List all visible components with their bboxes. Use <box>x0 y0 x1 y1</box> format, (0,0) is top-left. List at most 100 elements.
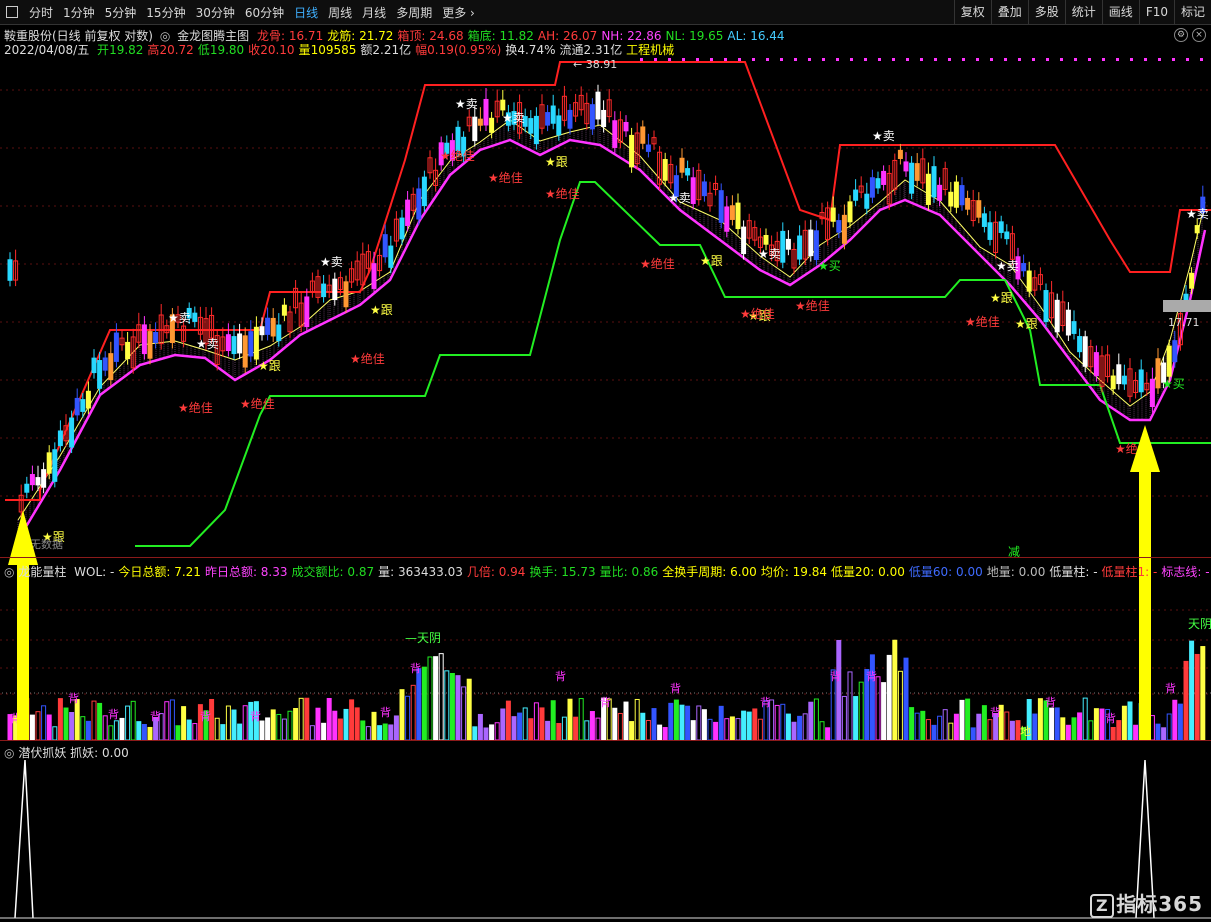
volume-bar <box>231 709 237 741</box>
candle-body <box>500 99 506 111</box>
vol-key-2: 昨日总额: <box>204 565 261 579</box>
sell-signal-6: ★卖 <box>758 247 781 261</box>
candle-body <box>830 207 836 222</box>
candle-body <box>841 214 847 244</box>
top-dot <box>892 58 895 61</box>
follow-signal-1: ★跟 <box>258 359 281 373</box>
volume-bar <box>948 722 954 741</box>
best-signal-5: ★绝佳 <box>545 186 580 201</box>
volume-bar <box>853 696 859 741</box>
price-high-label: ← 38.91 <box>573 58 617 71</box>
candle-body <box>57 430 63 447</box>
candle-body <box>416 188 422 220</box>
top-dot <box>1032 58 1035 61</box>
candle-body <box>1082 336 1088 367</box>
vol-toggle-icon[interactable]: ◎ <box>4 565 14 579</box>
volume-bar <box>304 697 310 741</box>
candle-body <box>601 109 607 128</box>
volume-bar <box>80 716 86 741</box>
candle-body <box>1004 231 1010 240</box>
volume-bar <box>220 724 226 741</box>
candle-body <box>80 399 86 412</box>
volume-bar <box>52 726 58 741</box>
candle-body <box>259 326 265 336</box>
volume-indicator-name[interactable]: 龙能量柱 <box>18 565 66 579</box>
volume-bar <box>819 721 825 741</box>
volume-bar <box>808 701 814 741</box>
sell-signal-9: ★卖 <box>1186 207 1209 221</box>
volume-bar <box>1194 653 1200 741</box>
volume-bar <box>517 712 523 741</box>
pane-divider-1[interactable] <box>0 557 1211 558</box>
top-dot <box>1088 58 1091 61</box>
candle-body <box>875 178 881 189</box>
candle-body <box>808 229 814 257</box>
volume-bar <box>522 707 528 741</box>
volume-bar <box>959 699 965 741</box>
candle-body <box>102 357 108 371</box>
candle-body <box>388 245 394 268</box>
volume-bar <box>500 708 506 741</box>
candle-body <box>46 452 52 474</box>
volume-bar <box>757 718 763 741</box>
volume-bar <box>125 705 131 741</box>
candle-body <box>108 353 114 381</box>
volume-bar <box>1166 713 1172 741</box>
candle-body <box>965 197 971 210</box>
top-dot <box>1186 58 1189 61</box>
candle-body <box>897 149 903 159</box>
top-dot <box>1130 58 1133 61</box>
volume-bar <box>976 713 982 741</box>
volume-bar <box>673 699 679 741</box>
candle-body <box>836 220 842 233</box>
volume-bar <box>354 707 360 741</box>
support-line <box>135 181 1211 547</box>
top-dot <box>1018 58 1021 61</box>
volume-bar <box>561 716 567 741</box>
price-tag-box <box>1163 300 1211 312</box>
volume-bar <box>1177 703 1183 741</box>
candle-body <box>981 213 987 227</box>
volume-bar <box>399 689 405 741</box>
bei-signal-15: 背 <box>1045 695 1056 709</box>
candle-body <box>881 170 887 185</box>
price-chart[interactable]: ★卖★卖★卖★卖★卖★卖★卖★卖★卖★卖★跟★跟★跟★跟★跟★跟★跟★跟★绝佳 ★… <box>0 0 1211 922</box>
volume-bar <box>69 712 75 741</box>
sub-indicator-name[interactable]: 潜伏抓妖 <box>18 746 66 760</box>
best-signal-6: ★绝佳 <box>640 256 675 271</box>
volume-bar <box>108 725 114 741</box>
vol-key-14: 低量柱1: <box>1101 565 1154 579</box>
top-dot <box>808 58 811 61</box>
top-dot <box>920 58 923 61</box>
volume-bar <box>461 686 467 741</box>
volume-bar <box>584 720 590 741</box>
volume-bar <box>718 705 724 741</box>
sub-toggle-icon[interactable]: ◎ <box>4 746 14 760</box>
candle-body <box>1138 369 1144 393</box>
volume-bar <box>477 713 483 741</box>
candle-body <box>74 397 80 416</box>
volume-bar <box>147 726 153 741</box>
vol-value-1: 7.21 <box>174 565 201 579</box>
vol-key-4: 量: <box>378 565 398 579</box>
spike-left <box>14 759 34 919</box>
no-data-label: 无数据 <box>30 537 63 551</box>
candle-body <box>1026 270 1032 292</box>
candle-body <box>382 234 388 258</box>
volume-bar <box>533 702 539 741</box>
volume-bar <box>1121 705 1127 741</box>
pane-divider-2[interactable] <box>0 740 1211 741</box>
candle-body <box>332 278 338 301</box>
volume-bar <box>315 707 321 741</box>
candle-body <box>304 296 310 328</box>
volume-bar <box>539 707 545 741</box>
candle-body <box>472 116 478 142</box>
vol-value-9: 19.84 <box>792 565 828 579</box>
candle-body <box>405 199 411 226</box>
volume-bar <box>326 697 332 741</box>
bei-signal-6: 背 <box>380 705 391 719</box>
volume-bar <box>774 704 780 741</box>
candle-body <box>1043 290 1049 323</box>
volume-bar <box>433 656 439 741</box>
volume-bar <box>528 718 534 741</box>
